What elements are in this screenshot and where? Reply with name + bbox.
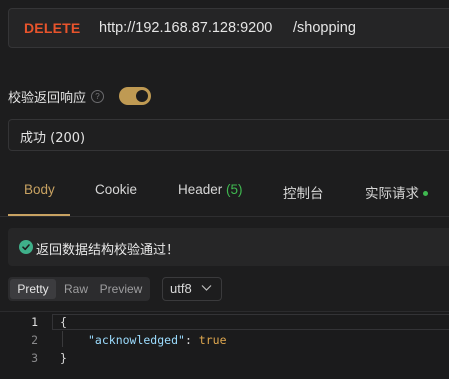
validate-response-toggle[interactable] xyxy=(119,87,151,105)
active-line-highlight xyxy=(52,314,449,330)
http-method[interactable]: DELETE xyxy=(24,20,80,36)
json-key: "acknowledged" xyxy=(88,333,185,347)
view-mode-group: Pretty Raw Preview xyxy=(8,277,150,301)
encoding-select[interactable]: utf8 xyxy=(162,277,222,301)
validate-response-label: 校验返回响应 xyxy=(8,90,87,106)
json-line: "acknowledged": true xyxy=(88,333,227,347)
view-raw-button[interactable]: Raw xyxy=(60,279,92,299)
response-case-select[interactable]: 成功 (200) xyxy=(8,119,449,151)
encoding-value: utf8 xyxy=(170,281,192,296)
toggle-knob xyxy=(136,90,148,102)
tab-cookie[interactable]: Cookie xyxy=(95,182,137,197)
tab-header-label: Header xyxy=(178,182,227,197)
tab-body[interactable]: Body xyxy=(24,182,55,197)
url-path-input[interactable]: /shopping xyxy=(293,20,356,36)
question-circle-icon[interactable]: ? xyxy=(91,89,105,103)
json-value: true xyxy=(198,333,227,347)
tabs-divider xyxy=(0,216,449,217)
response-case-value: 成功 (200) xyxy=(20,131,86,146)
view-preview-button[interactable]: Preview xyxy=(96,279,146,299)
chevron-down-icon xyxy=(201,285,212,291)
tab-actual-request-label: 实际请求 xyxy=(365,186,419,201)
tab-actual-request[interactable]: 实际请求 xyxy=(365,182,428,202)
validation-success-alert: 返回数据结构校验通过！ xyxy=(8,228,449,266)
tab-console[interactable]: 控制台 xyxy=(283,182,324,202)
tab-header[interactable]: Header (5) xyxy=(178,182,243,197)
alert-text: 返回数据结构校验通过！ xyxy=(36,243,180,258)
indent-guide xyxy=(62,331,63,347)
request-bar[interactable]: DELETE http://192.168.87.128:9200 /shopp… xyxy=(8,8,449,48)
line-number: 3 xyxy=(31,351,38,365)
response-tabs: Body Cookie Header (5) 控制台 实际请求 xyxy=(0,168,449,216)
status-dot-icon xyxy=(423,190,428,196)
url-base-input[interactable]: http://192.168.87.128:9200 xyxy=(99,20,272,36)
line-number: 1 xyxy=(31,315,38,329)
check-circle-icon xyxy=(19,240,33,254)
json-open-brace: { xyxy=(60,315,67,329)
line-number: 2 xyxy=(31,333,38,347)
validate-response-row: 校验返回响应 ? xyxy=(8,86,151,106)
view-pretty-button[interactable]: Pretty xyxy=(10,279,56,299)
json-separator: : xyxy=(184,333,199,347)
response-body-editor[interactable]: 1 2 3 { "acknowledged": true } xyxy=(0,311,449,379)
tab-header-count: (5) xyxy=(226,182,243,197)
json-close-brace: } xyxy=(60,351,67,365)
